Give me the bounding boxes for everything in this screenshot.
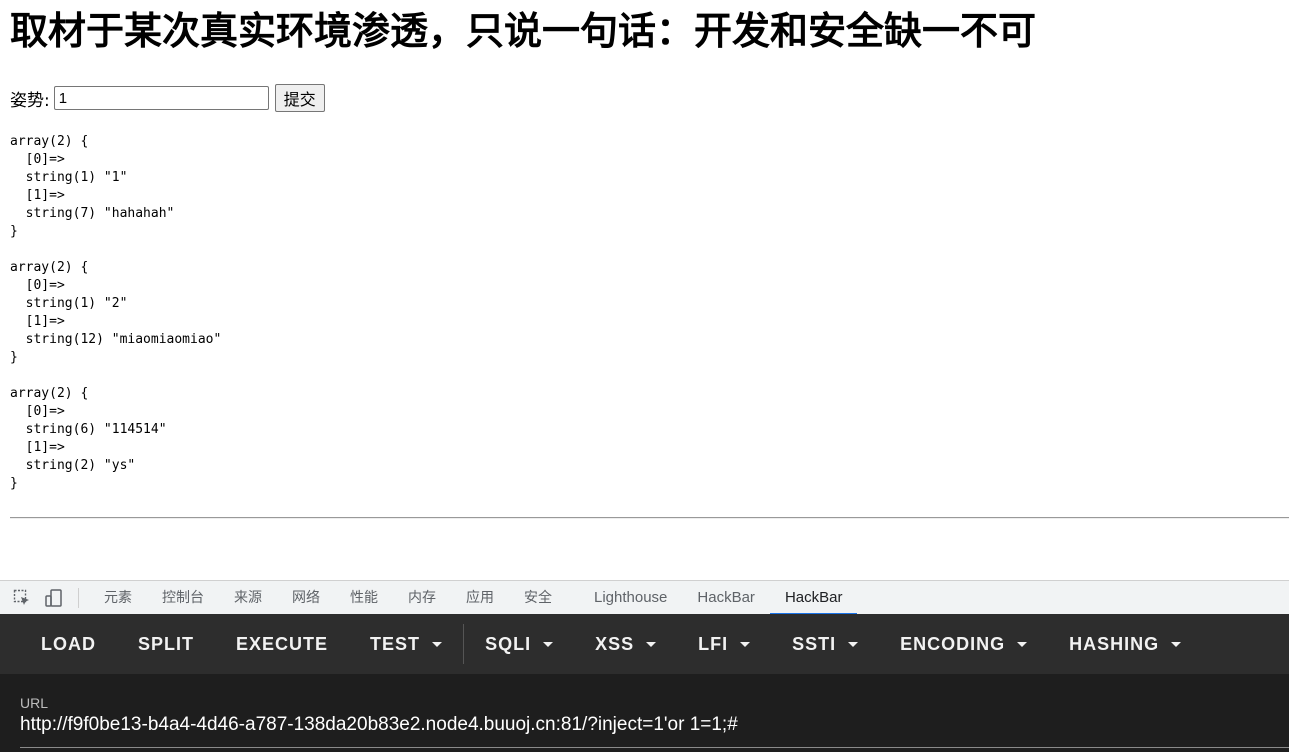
- inspect-element-icon[interactable]: [12, 588, 32, 608]
- chevron-down-icon: [432, 641, 443, 647]
- chevron-down-icon: [646, 641, 657, 647]
- submit-button[interactable]: 提交: [274, 84, 325, 112]
- xss-menu-button[interactable]: XSS: [574, 614, 677, 674]
- toolbar-divider: [78, 587, 79, 608]
- url-input[interactable]: http://f9f0be13-b4a4-4d46-a787-138da20b8…: [20, 714, 738, 736]
- ssti-menu-button[interactable]: SSTI: [771, 614, 879, 674]
- horizontal-rule: [10, 517, 1289, 519]
- chevron-down-icon: [848, 641, 859, 647]
- tab-hackbar[interactable]: HackBar: [682, 581, 770, 615]
- execute-button[interactable]: EXECUTE: [215, 614, 349, 674]
- page-title: 取材于某次真实环境渗透，只说一句话：开发和安全缺一不可: [10, 9, 1037, 53]
- lfi-menu-button[interactable]: LFI: [677, 614, 771, 674]
- inject-label: 姿势:: [10, 90, 50, 111]
- url-field[interactable]: URL http://f9f0be13-b4a4-4d46-a787-138da…: [0, 674, 1289, 752]
- hackbar-toolbar: LOAD SPLIT EXECUTE TEST SQLI XSS LFI SST…: [0, 614, 1289, 674]
- tab-security[interactable]: 安全: [509, 581, 567, 615]
- var-dump-3: array(2) { [0]=> string(6) "114514" [1]=…: [10, 386, 167, 491]
- tab-network[interactable]: 网络: [277, 581, 335, 615]
- tab-sources[interactable]: 来源: [219, 581, 277, 615]
- tab-console[interactable]: 控制台: [147, 581, 219, 615]
- tab-performance[interactable]: 性能: [335, 581, 393, 615]
- tab-memory[interactable]: 内存: [393, 581, 451, 615]
- var-dump-1: array(2) { [0]=> string(1) "1" [1]=> str…: [10, 134, 175, 239]
- url-underline: [20, 747, 1289, 748]
- url-label: URL: [20, 695, 49, 711]
- tab-application[interactable]: 应用: [451, 581, 509, 615]
- var-dump-2: array(2) { [0]=> string(1) "2" [1]=> str…: [10, 260, 222, 365]
- chevron-down-icon: [740, 641, 751, 647]
- tab-hackbar-active[interactable]: HackBar: [769, 581, 858, 615]
- devtools-tabbar: 元素 控制台 来源 网络 性能 内存 应用 安全 Lighthouse Hack…: [0, 580, 1289, 615]
- tab-elements[interactable]: 元素: [89, 581, 147, 615]
- sqli-menu-button[interactable]: SQLI: [464, 614, 574, 674]
- tab-lighthouse[interactable]: Lighthouse: [579, 581, 682, 615]
- device-toolbar-icon[interactable]: [44, 588, 64, 608]
- inject-form: 姿势: 提交: [10, 83, 325, 113]
- test-menu-button[interactable]: TEST: [349, 614, 463, 674]
- chevron-down-icon: [1171, 641, 1182, 647]
- inject-input[interactable]: [53, 86, 269, 110]
- page-content: 取材于某次真实环境渗透，只说一句话：开发和安全缺一不可 姿势: 提交 array…: [0, 0, 1289, 580]
- encoding-menu-button[interactable]: ENCODING: [879, 614, 1048, 674]
- load-button[interactable]: LOAD: [0, 614, 117, 674]
- chevron-down-icon: [1017, 641, 1028, 647]
- split-button[interactable]: SPLIT: [117, 614, 215, 674]
- chevron-down-icon: [543, 641, 554, 647]
- hashing-menu-button[interactable]: HASHING: [1048, 614, 1202, 674]
